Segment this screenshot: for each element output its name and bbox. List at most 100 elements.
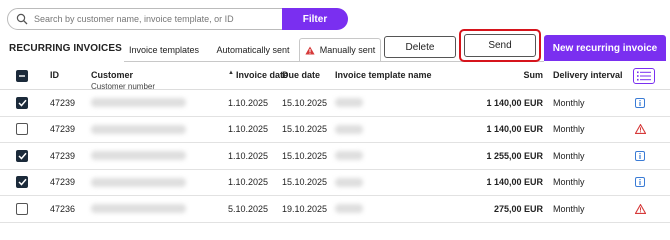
select-all-cell [16, 63, 28, 89]
select-all-checkbox[interactable] [16, 70, 28, 82]
redacted-customer-name [91, 177, 186, 187]
header-sum[interactable]: Sum [450, 63, 543, 89]
cell-sum: 1 140,00 EUR [486, 177, 543, 188]
column-settings-button[interactable] [633, 68, 655, 84]
cell-invoice-date: 5.10.2025 [228, 203, 269, 214]
row-checkbox[interactable] [16, 149, 28, 162]
row-select-cell [16, 143, 28, 169]
row-checkbox[interactable] [16, 202, 28, 215]
row-select-cell [16, 196, 28, 222]
cell-status [634, 90, 646, 116]
cell-template [335, 117, 363, 143]
cell-sum: 1 140,00 EUR [486, 97, 543, 108]
redacted-template-name [335, 177, 363, 187]
cell-template [335, 170, 363, 196]
cell-delivery-interval: Monthly [553, 203, 585, 214]
sort-ascending-icon: ▲ [228, 70, 234, 76]
info-icon[interactable] [635, 97, 645, 108]
warning-icon[interactable] [634, 203, 646, 214]
tab-automatically-sent[interactable]: Automatically sent [212, 39, 294, 61]
checkmark-icon [17, 179, 27, 186]
send-button[interactable]: Send [464, 34, 536, 57]
redacted-template-name [335, 151, 363, 161]
cell-delivery-interval: Monthly [553, 97, 585, 108]
redacted-customer-name [91, 204, 186, 214]
search-input[interactable] [34, 11, 274, 27]
cell-status [634, 143, 646, 169]
tab-invoice-templates[interactable]: Invoice templates [124, 39, 204, 61]
table-row[interactable]: 47239 1.10.2025 15.10.2025 1 140,00 EUR … [0, 117, 670, 143]
table-header: ID Customer Customer number ▲ Invoice da… [0, 63, 670, 91]
cell-template [335, 90, 363, 116]
row-checkbox[interactable] [16, 123, 28, 136]
row-select-cell [16, 90, 28, 116]
cell-invoice-date: 1.10.2025 [228, 177, 269, 188]
header-invoice-date[interactable]: ▲ Invoice date [228, 63, 288, 89]
cell-status [634, 170, 646, 196]
info-icon[interactable] [635, 150, 645, 161]
search-icon [16, 13, 28, 25]
cell-status [634, 117, 646, 143]
tab-label: Invoice templates [128, 45, 200, 55]
table-row[interactable]: 47236 5.10.2025 19.10.2025 275,00 EUR Mo… [0, 196, 670, 223]
header-due-date[interactable]: Due date [282, 63, 320, 89]
cell-due-date: 15.10.2025 [282, 124, 328, 135]
cell-sum: 1 255,00 EUR [486, 150, 543, 161]
cell-id: 47239 [50, 177, 76, 188]
tab-manually-sent[interactable]: Manually sent [299, 38, 381, 62]
warning-icon[interactable] [634, 124, 646, 135]
info-icon[interactable] [635, 177, 645, 188]
cell-customer [91, 170, 186, 196]
delete-button[interactable]: Delete [384, 36, 456, 58]
invoices-table: ID Customer Customer number ▲ Invoice da… [0, 63, 670, 223]
cell-sum: 1 140,00 EUR [486, 124, 543, 135]
cell-id: 47239 [50, 150, 76, 161]
redacted-template-name [335, 98, 363, 108]
tab-label: Automatically sent [216, 45, 290, 55]
header-template[interactable]: Invoice template name [335, 63, 432, 89]
table-row[interactable]: 47239 1.10.2025 15.10.2025 1 140,00 EUR … [0, 170, 670, 196]
redacted-customer-name [91, 98, 186, 108]
cell-invoice-date: 1.10.2025 [228, 97, 269, 108]
minus-icon [19, 75, 25, 77]
redacted-customer-name [91, 124, 186, 134]
checkmark-icon [17, 152, 27, 160]
table-row[interactable]: 47239 1.10.2025 15.10.2025 1 140,00 EUR … [0, 90, 670, 117]
row-checkbox[interactable] [16, 176, 28, 189]
cell-template [335, 196, 363, 222]
cell-status [634, 196, 646, 222]
cell-invoice-date: 1.10.2025 [228, 124, 269, 135]
header-invoice-date-label: Invoice date [235, 70, 288, 80]
cell-delivery-interval: Monthly [553, 177, 585, 188]
cell-customer [91, 90, 186, 116]
cell-due-date: 15.10.2025 [282, 150, 328, 161]
cell-sum: 275,00 EUR [493, 203, 543, 214]
filter-button[interactable]: Filter [282, 8, 348, 30]
search-field[interactable] [7, 8, 283, 30]
cell-due-date: 15.10.2025 [282, 177, 328, 188]
header-customer-label: Customer [91, 70, 134, 80]
row-select-cell [16, 117, 28, 143]
redacted-template-name [335, 124, 363, 134]
cell-template [335, 143, 363, 169]
checkmark-icon [17, 99, 27, 107]
cell-id: 47239 [50, 97, 76, 108]
cell-id: 47239 [50, 124, 76, 135]
table-row[interactable]: 47239 1.10.2025 15.10.2025 1 255,00 EUR … [0, 143, 670, 170]
cell-id: 47236 [50, 203, 76, 214]
cell-customer [91, 196, 186, 222]
new-recurring-invoice-button[interactable]: New recurring invoice [544, 35, 666, 61]
row-select-cell [16, 170, 28, 196]
cell-delivery-interval: Monthly [553, 124, 585, 135]
cell-invoice-date: 1.10.2025 [228, 150, 269, 161]
header-id[interactable]: ID [50, 63, 59, 89]
tab-label: Manually sent [319, 45, 376, 55]
redacted-template-name [335, 204, 363, 214]
cell-delivery-interval: Monthly [553, 150, 585, 161]
header-delivery-interval[interactable]: Delivery interval [553, 63, 623, 89]
warning-icon [305, 46, 315, 54]
header-customer[interactable]: Customer Customer number [91, 63, 155, 91]
list-icon [637, 71, 651, 81]
cell-due-date: 19.10.2025 [282, 203, 328, 214]
row-checkbox[interactable] [16, 96, 28, 109]
